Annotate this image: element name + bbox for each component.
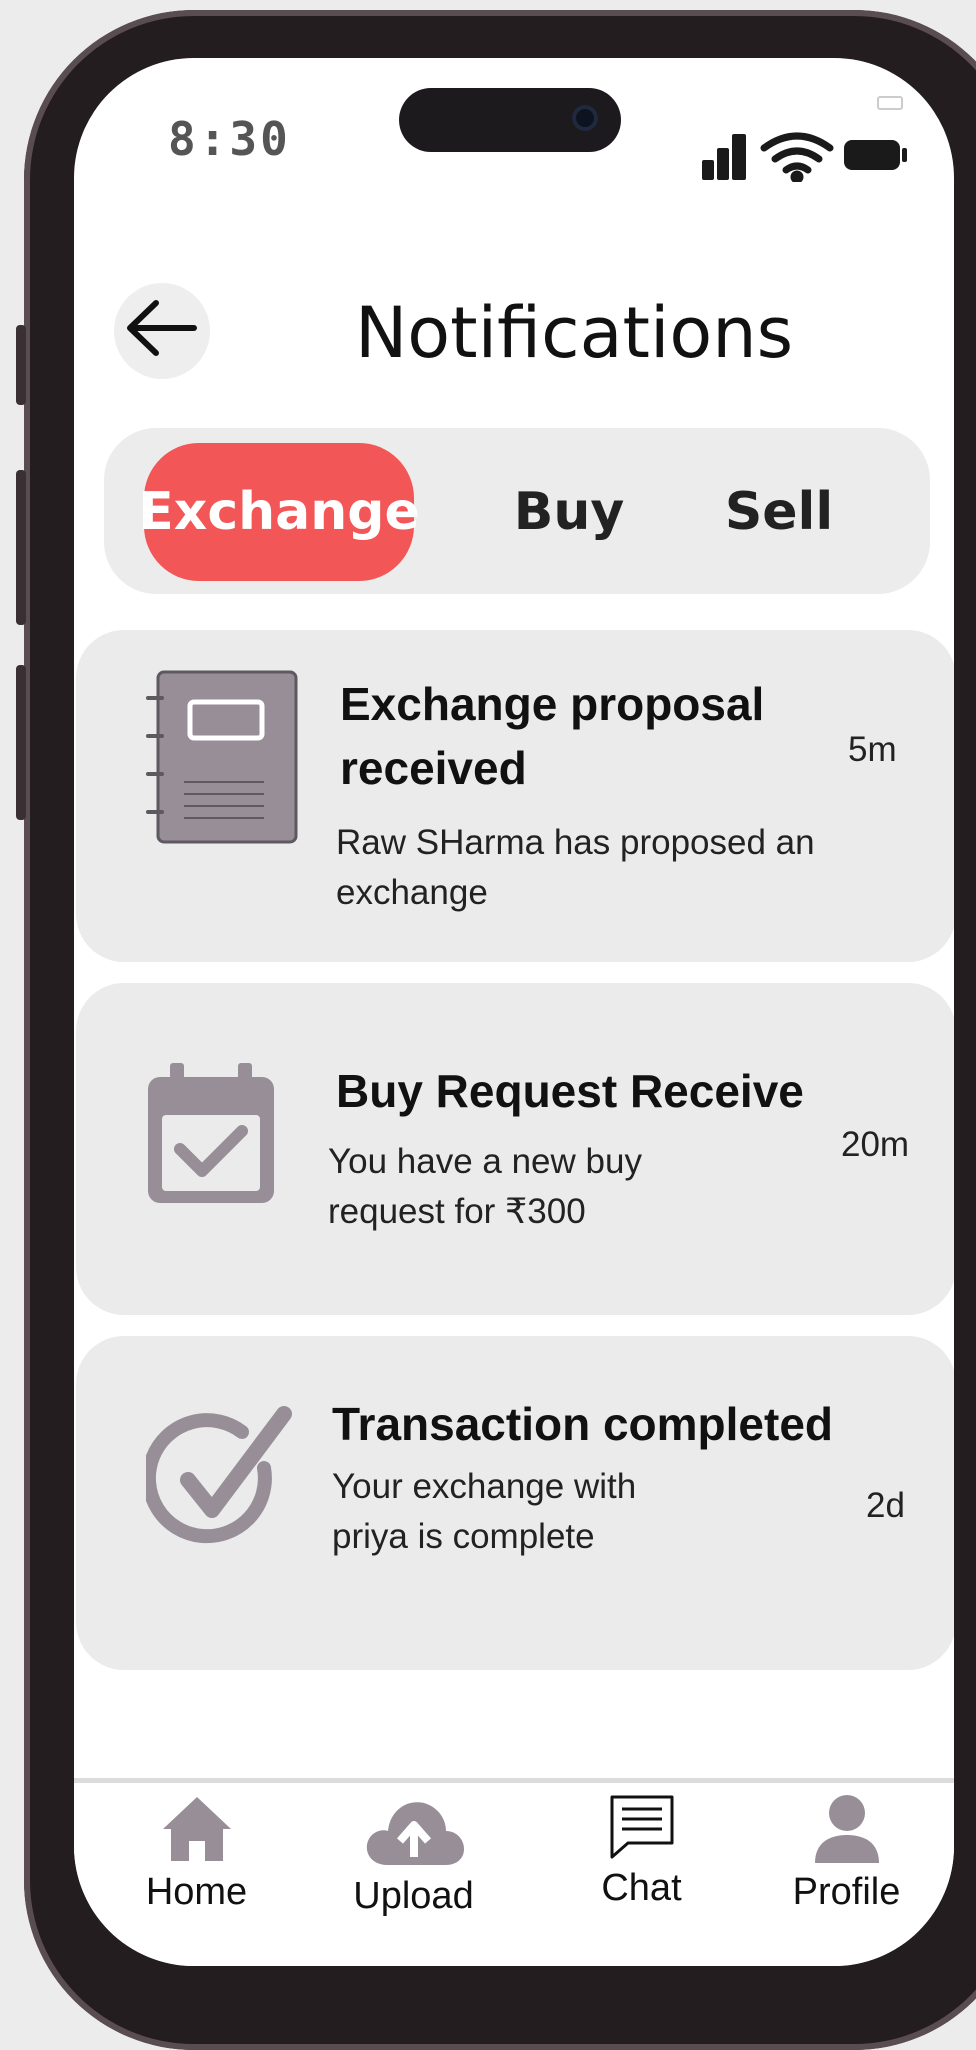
notification-time: 20m bbox=[841, 1125, 910, 1164]
nav-home[interactable]: Home bbox=[114, 1793, 279, 1914]
tab-buy[interactable]: Buy bbox=[484, 443, 654, 581]
side-button bbox=[16, 470, 26, 625]
notification-message: Your exchange with priya is complete bbox=[332, 1467, 637, 1556]
chat-icon bbox=[610, 1795, 673, 1859]
notebook-icon bbox=[146, 670, 298, 844]
signal-icon bbox=[702, 134, 746, 180]
side-button bbox=[16, 325, 26, 405]
notification-card[interactable]: Transaction completed 2d Your exchange w… bbox=[76, 1336, 954, 1670]
notification-card[interactable]: Buy Request Receive 20m You have a new b… bbox=[76, 983, 954, 1315]
notification-message: Raw SHarma has proposed an exchange bbox=[336, 823, 815, 912]
page-title: Notifications bbox=[354, 292, 794, 374]
notification-title: Buy Request Receive bbox=[336, 1065, 804, 1117]
nav-label: Home bbox=[145, 1871, 248, 1913]
side-button bbox=[16, 665, 26, 820]
nav-label: Chat bbox=[601, 1867, 682, 1909]
check-circle-icon bbox=[146, 1406, 292, 1544]
profile-icon bbox=[814, 1795, 879, 1863]
nav-label: Upload bbox=[353, 1875, 474, 1917]
tab-sell[interactable]: Sell bbox=[704, 443, 854, 581]
status-icons bbox=[702, 132, 927, 184]
tab-exchange[interactable]: Exchange bbox=[138, 443, 420, 581]
tab-bar: Exchange Buy Sell bbox=[104, 428, 930, 594]
sensor-indicator bbox=[877, 96, 903, 110]
calendar-check-icon bbox=[148, 1063, 274, 1203]
screen: 8:30 Notifications Exchange Buy Sell Exc… bbox=[74, 58, 954, 1966]
notification-card[interactable]: Exchange proposal received 5m Raw SHarma… bbox=[76, 630, 954, 962]
nav-upload[interactable]: Upload bbox=[331, 1793, 496, 1918]
cloud-upload-icon bbox=[366, 1802, 464, 1865]
nav-label: Profile bbox=[792, 1871, 901, 1913]
notification-title: Exchange proposal received bbox=[340, 678, 765, 794]
camera-lens bbox=[572, 105, 598, 131]
bottom-nav: Home Upload Chat Profile bbox=[74, 1778, 954, 1966]
notification-time: 5m bbox=[848, 730, 897, 769]
nav-chat[interactable]: Chat bbox=[559, 1793, 724, 1910]
notification-message: You have a new buy request for ₹300 bbox=[328, 1142, 642, 1231]
notification-time: 2d bbox=[866, 1486, 905, 1525]
status-time: 8:30 bbox=[168, 112, 291, 166]
wifi-icon bbox=[760, 132, 834, 184]
home-icon bbox=[162, 1797, 231, 1861]
nav-profile[interactable]: Profile bbox=[764, 1793, 929, 1914]
notification-title: Transaction completed bbox=[332, 1398, 834, 1450]
battery-icon bbox=[844, 140, 907, 170]
